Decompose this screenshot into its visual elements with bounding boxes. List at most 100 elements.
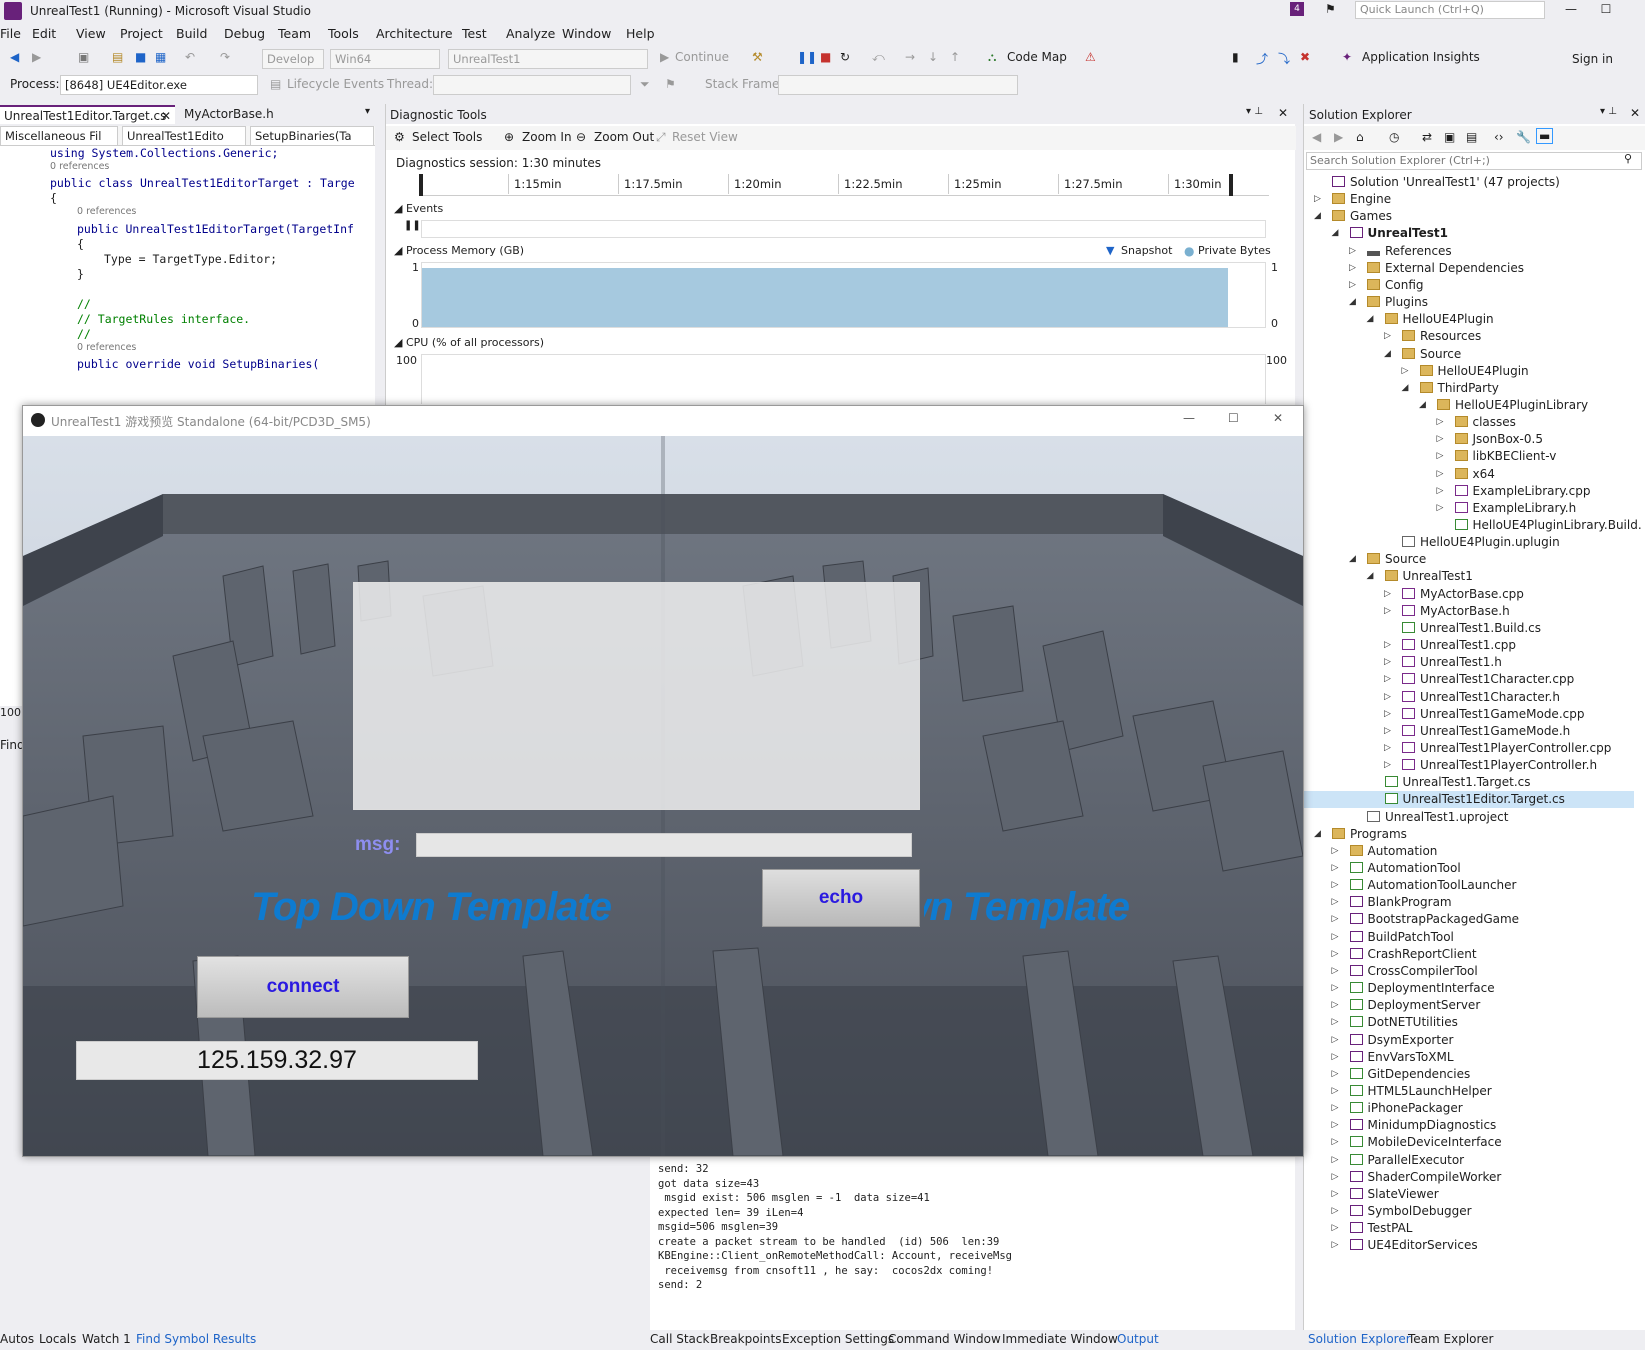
expand-arrow-icon[interactable]: ▷ <box>1437 434 1444 444</box>
zoom-in-button[interactable]: Zoom In <box>522 130 572 144</box>
tree-item[interactable]: SlateViewer <box>1349 1186 1439 1203</box>
stack-frame-dropdown[interactable] <box>778 75 1018 95</box>
tree-item[interactable]: CrashReportClient <box>1349 946 1477 963</box>
expand-arrow-icon[interactable]: ▷ <box>1332 1086 1339 1096</box>
expand-arrow-icon[interactable]: ▷ <box>1332 1120 1339 1130</box>
expand-arrow-icon[interactable]: ▷ <box>1437 417 1444 427</box>
menu-architecture[interactable]: Architecture <box>376 26 453 41</box>
tab-solution-explorer[interactable]: Solution Explorer <box>1308 1332 1411 1346</box>
expand-arrow-icon[interactable]: ▷ <box>1384 606 1391 616</box>
reference-lens[interactable]: 0 references <box>77 342 136 353</box>
tree-item[interactable]: GitDependencies <box>1349 1066 1470 1083</box>
feedback-icon[interactable]: ⚑ <box>1325 2 1336 16</box>
expand-arrow-icon[interactable]: ▷ <box>1384 726 1391 736</box>
collapse-arrow-icon[interactable]: ◢ <box>1332 228 1339 238</box>
expand-arrow-icon[interactable]: ▷ <box>1332 1206 1339 1216</box>
tree-item[interactable]: MyActorBase.cpp <box>1402 586 1524 603</box>
close-button[interactable]: ✕ <box>1273 411 1283 425</box>
expand-arrow-icon[interactable]: ▷ <box>1332 1137 1339 1147</box>
collapse-arrow-icon[interactable]: ◢ <box>1419 400 1426 410</box>
type-scope-dropdown[interactable]: UnrealTest1Edito <box>122 126 246 146</box>
open-file-icon[interactable]: ▤ <box>112 50 123 64</box>
expand-arrow-icon[interactable]: ▷ <box>1332 949 1339 959</box>
tab-command-window[interactable]: Command Window <box>888 1332 1001 1346</box>
menu-window[interactable]: Window <box>562 26 611 41</box>
tree-item[interactable]: UnrealTest1.Build.cs <box>1402 620 1541 637</box>
show-next-statement-icon[interactable]: ⤺ <box>872 50 885 65</box>
tab-breakpoints[interactable]: Breakpoints <box>710 1332 781 1346</box>
restart-icon[interactable]: ↻ <box>840 50 850 64</box>
events-track[interactable] <box>421 220 1266 238</box>
menu-help[interactable]: Help <box>626 26 655 41</box>
tree-item[interactable]: JsonBox-0.5 <box>1454 431 1543 448</box>
continue-button[interactable]: Continue <box>675 50 729 64</box>
find-tab[interactable]: Find <box>0 738 25 752</box>
expand-arrow-icon[interactable]: ▷ <box>1437 451 1444 461</box>
tab-exception-settings[interactable]: Exception Settings <box>782 1332 894 1346</box>
expand-arrow-icon[interactable]: ▷ <box>1384 640 1391 650</box>
tree-item[interactable]: ExampleLibrary.h <box>1454 500 1576 517</box>
break-all-icon[interactable]: ❚❚ <box>797 50 817 64</box>
collapse-arrow-icon[interactable]: ◢ <box>1349 297 1356 307</box>
expand-arrow-icon[interactable]: ▷ <box>1437 469 1444 479</box>
tree-item[interactable]: ParallelExecutor <box>1349 1152 1464 1169</box>
menu-edit[interactable]: Edit <box>32 26 56 41</box>
expand-arrow-icon[interactable]: ▷ <box>1384 657 1391 667</box>
attach-icon[interactable]: ⚒ <box>752 50 763 64</box>
thread-dropdown[interactable] <box>433 75 631 95</box>
expand-arrow-icon[interactable]: ▷ <box>1332 1189 1339 1199</box>
tree-item[interactable]: UnrealTest1GameMode.cpp <box>1402 706 1584 723</box>
pin-icon[interactable]: ▾ ⊥ <box>1246 106 1263 117</box>
minimize-button[interactable]: — <box>1555 0 1587 20</box>
expand-arrow-icon[interactable]: ▷ <box>1332 1172 1339 1182</box>
tree-item[interactable]: MobileDeviceInterface <box>1349 1134 1502 1151</box>
tree-item[interactable]: DeploymentServer <box>1349 997 1480 1014</box>
tree-item[interactable]: AutomationToolLauncher <box>1349 877 1516 894</box>
startup-project-dropdown[interactable]: UnrealTest1 <box>448 49 648 69</box>
tree-item[interactable]: AutomationTool <box>1349 860 1461 877</box>
reset-view-button[interactable]: Reset View <box>672 130 738 144</box>
menu-project[interactable]: Project <box>120 26 163 41</box>
sync-icon[interactable]: ⇄ <box>1422 130 1432 144</box>
tab-unrealtest1editor-target[interactable]: UnrealTest1Editor.Target.cs ✕ <box>0 105 175 124</box>
tree-item[interactable]: Automation <box>1349 843 1437 860</box>
expand-arrow-icon[interactable]: ▷ <box>1332 880 1339 890</box>
expand-arrow-icon[interactable]: ▷ <box>1332 1035 1339 1045</box>
expand-arrow-icon[interactable]: ▷ <box>1384 743 1391 753</box>
expand-arrow-icon[interactable]: ▷ <box>1384 589 1391 599</box>
redo-icon[interactable]: ↷ <box>220 50 230 64</box>
sign-in-link[interactable]: Sign in <box>1572 52 1613 66</box>
tree-item[interactable]: Source <box>1367 551 1426 568</box>
process-dropdown[interactable]: [8648] UE4Editor.exe <box>60 75 258 95</box>
tree-item[interactable]: UnrealTest1.cpp <box>1402 637 1516 654</box>
tree-item[interactable]: MyActorBase.h <box>1402 603 1510 620</box>
tree-item[interactable]: CrossCompilerTool <box>1349 963 1478 980</box>
tab-locals[interactable]: Locals <box>39 1332 76 1346</box>
tree-item[interactable]: HelloUE4PluginLibrary <box>1437 397 1588 414</box>
continue-icon[interactable]: ▶ <box>660 50 669 64</box>
collapse-arrow-icon[interactable]: ◢ <box>1314 829 1321 839</box>
clear-bookmarks-icon[interactable]: ✖ <box>1300 50 1310 64</box>
msg-input[interactable] <box>416 833 912 857</box>
platform-dropdown[interactable]: Win64 <box>330 49 440 69</box>
notifications-icon[interactable]: 4 <box>1290 2 1304 16</box>
properties-icon[interactable]: 🔧 <box>1516 130 1531 144</box>
tree-item[interactable]: Engine <box>1332 191 1391 208</box>
expand-arrow-icon[interactable]: ▷ <box>1349 246 1356 256</box>
expand-arrow-icon[interactable]: ▷ <box>1402 366 1409 376</box>
code-view-icon[interactable]: ‹› <box>1494 130 1504 144</box>
expand-arrow-icon[interactable]: ▷ <box>1332 1103 1339 1113</box>
tab-immediate-window[interactable]: Immediate Window <box>1002 1332 1118 1346</box>
tab-myactorbase-h[interactable]: MyActorBase.h <box>180 105 290 124</box>
collapse-arrow-icon[interactable]: ◢ <box>1314 211 1321 221</box>
new-project-icon[interactable]: ▣ <box>78 50 89 64</box>
tree-item[interactable]: UnrealTest1Character.h <box>1402 689 1560 706</box>
tree-item[interactable]: TestPAL <box>1349 1220 1413 1237</box>
history-icon[interactable]: ◷ <box>1389 130 1399 144</box>
tree-item[interactable]: MinidumpDiagnostics <box>1349 1117 1496 1134</box>
tree-item[interactable]: UnrealTest1Editor.Target.cs <box>1384 791 1565 808</box>
quick-launch-input[interactable]: Quick Launch (Ctrl+Q) <box>1355 1 1545 19</box>
preview-icon[interactable]: ▬ <box>1536 128 1554 144</box>
stop-debugging-icon[interactable]: ■ <box>820 50 831 64</box>
tree-item[interactable]: UnrealTest1.h <box>1402 654 1502 671</box>
